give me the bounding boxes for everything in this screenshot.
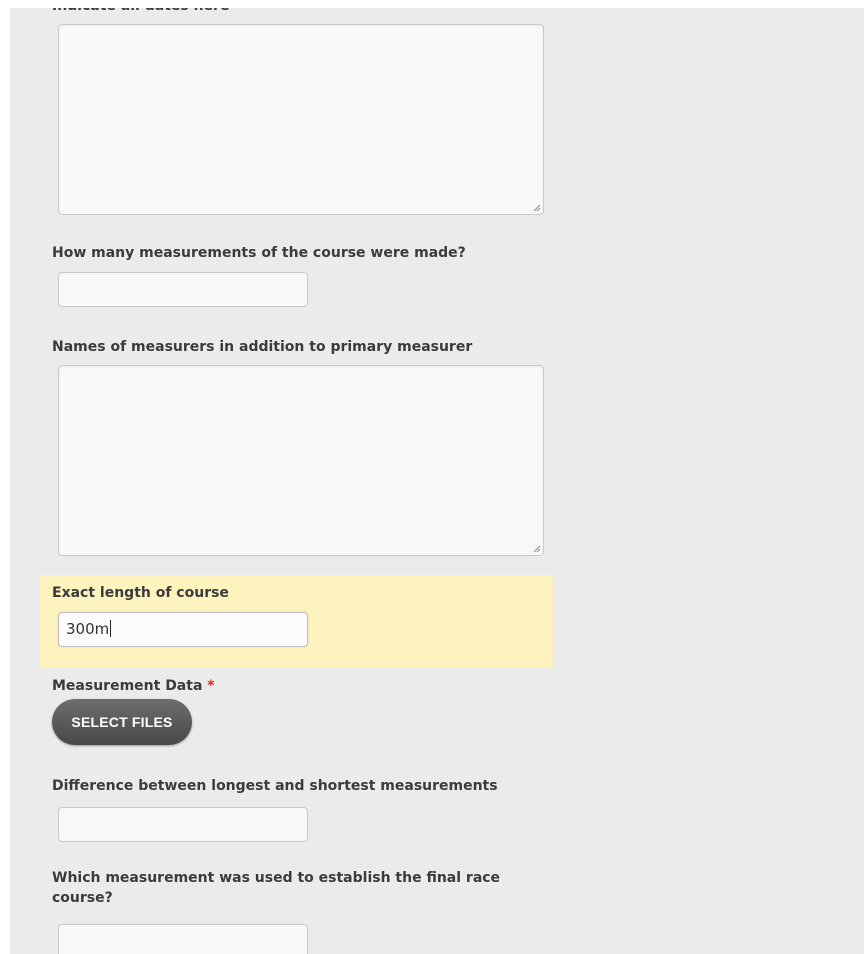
measurement-data-label: Measurement Data * bbox=[52, 676, 215, 696]
measurements-count-input[interactable] bbox=[58, 272, 308, 307]
resize-grip-icon[interactable] bbox=[533, 545, 541, 553]
measurement-data-label-text: Measurement Data bbox=[52, 678, 203, 694]
difference-input[interactable] bbox=[58, 807, 308, 842]
other-measurers-textarea[interactable] bbox=[58, 365, 544, 556]
required-marker: * bbox=[207, 678, 215, 694]
final-measurement-input[interactable] bbox=[58, 924, 308, 954]
resize-grip-icon[interactable] bbox=[533, 204, 541, 212]
other-measurers-label: Names of measurers in addition to primar… bbox=[52, 339, 473, 355]
dates-textarea[interactable] bbox=[58, 24, 544, 215]
measurements-count-label: How many measurements of the course were… bbox=[52, 245, 466, 261]
text-caret bbox=[110, 620, 112, 637]
form-panel: Indicate all dates here How many measure… bbox=[10, 8, 864, 954]
difference-label: Difference between longest and shortest … bbox=[52, 778, 498, 794]
dates-label: Indicate all dates here bbox=[52, 8, 229, 16]
select-files-button[interactable]: SELECT FILES bbox=[52, 699, 192, 745]
final-measurement-label: Which measurement was used to establish … bbox=[52, 870, 501, 906]
exact-length-label: Exact length of course bbox=[52, 585, 229, 601]
exact-length-input[interactable]: 300m bbox=[58, 612, 308, 647]
exact-length-value: 300m bbox=[66, 620, 110, 638]
